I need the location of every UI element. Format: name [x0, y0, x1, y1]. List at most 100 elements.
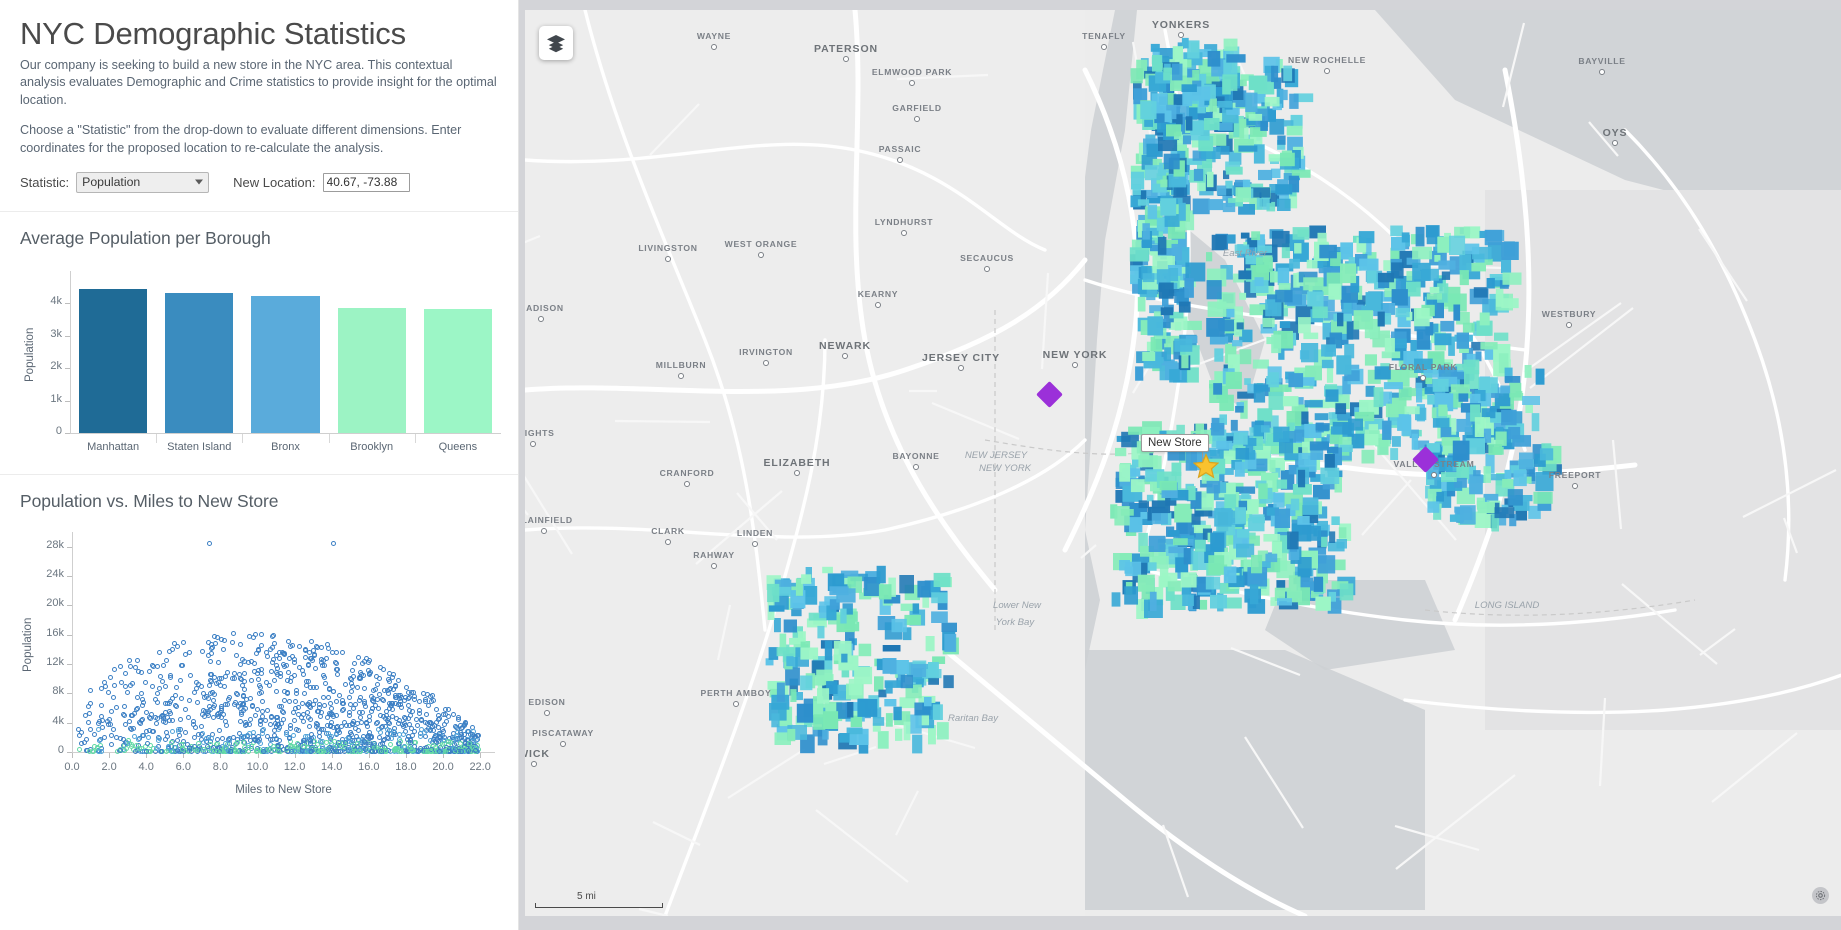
- map-place-label: FLORAL PARK: [1388, 362, 1458, 372]
- map-place-marker: [684, 481, 690, 487]
- statistic-select[interactable]: Population: [76, 171, 210, 193]
- scatter-point: [251, 660, 257, 666]
- scatter-x-tick-label: 8.0: [212, 760, 229, 773]
- scatter-point: [102, 679, 108, 685]
- new-store-star-icon[interactable]: [1193, 453, 1219, 479]
- scatter-chart-canvas[interactable]: 0 4k 8k 12k 16k 20k 24k 28k 0.0 2.0 4.0 6.0 8.0 10.0 1…: [0, 512, 518, 808]
- scatter-point: [361, 701, 367, 707]
- scatter-point: [431, 727, 437, 733]
- scatter-point: [191, 690, 197, 696]
- map-place-label: PLAINFIELD: [525, 515, 573, 525]
- scatter-point: [207, 707, 213, 713]
- bar-y-tick-label: 4k: [50, 295, 62, 308]
- scatter-point: [267, 647, 273, 653]
- scatter-point: [276, 748, 282, 754]
- scatter-point: [233, 741, 239, 747]
- scatter-point: [96, 738, 102, 744]
- scatter-point: [300, 671, 306, 677]
- map-place-marker: [530, 441, 536, 447]
- scatter-point: [224, 701, 230, 707]
- scatter-point: [265, 653, 271, 659]
- scatter-point: [178, 678, 184, 684]
- scatter-y-axis-label: Population: [22, 617, 34, 672]
- bar-category-label: Queens: [438, 440, 478, 453]
- map-panel[interactable]: YONKERS TENAFLY NEW ROCHELLE BAYVILLE WAYNE P…: [519, 0, 1841, 930]
- scatter-point: [321, 694, 327, 700]
- scatter-point: [179, 746, 185, 752]
- scatter-point: [96, 720, 102, 726]
- scatter-point: [272, 641, 278, 647]
- scatter-point: [88, 687, 94, 693]
- scatter-point: [173, 702, 179, 708]
- scatter-point: [350, 721, 356, 727]
- scatter-point: [328, 706, 334, 712]
- scatter-point: [207, 678, 213, 684]
- scatter-point: [393, 694, 399, 700]
- map-place-marker: [1566, 322, 1572, 328]
- scatter-point: [147, 716, 153, 722]
- scatter-point: [118, 663, 124, 669]
- bar[interactable]: [337, 307, 406, 433]
- map-canvas[interactable]: YONKERS TENAFLY NEW ROCHELLE BAYVILLE WAYNE P…: [525, 10, 1841, 916]
- scatter-point: [135, 694, 141, 700]
- bar[interactable]: [165, 292, 234, 433]
- map-place-label: ELMWOOD PARK: [871, 67, 953, 77]
- bar-category-label: Brooklyn: [350, 440, 394, 453]
- scatter-point: [385, 691, 391, 697]
- scatter-point: [237, 642, 243, 648]
- scatter-point: [165, 734, 171, 739]
- scatter-point: [369, 698, 375, 704]
- map-place-label: WICK: [525, 748, 550, 760]
- map-settings-button[interactable]: [1812, 887, 1829, 904]
- map-place-label: OYS: [1602, 127, 1628, 139]
- scatter-point: [271, 728, 277, 734]
- scatter-point: [425, 692, 430, 698]
- scatter-x-tick: [109, 752, 111, 758]
- scatter-point: [259, 642, 265, 648]
- scatter-point: [231, 676, 237, 682]
- map-place-label: ELIZABETH: [763, 457, 831, 469]
- scatter-point: [247, 716, 253, 722]
- bar[interactable]: [79, 288, 148, 433]
- map-place-label: JERSEY CITY: [922, 352, 1000, 364]
- scatter-point: [172, 640, 178, 646]
- scatter-point: [216, 728, 222, 734]
- scatter-point: [107, 674, 113, 680]
- scatter-point: [110, 726, 116, 732]
- map-place-label: NEW ROCHELLE: [1287, 55, 1367, 65]
- scatter-point: [377, 676, 383, 682]
- scatter-point: [295, 728, 301, 734]
- layers-control-button[interactable]: [539, 26, 573, 60]
- scatter-point: [128, 727, 134, 733]
- bar[interactable]: [423, 308, 492, 433]
- scatter-point: [204, 743, 210, 749]
- statistic-select-wrap[interactable]: Population: [76, 171, 210, 193]
- scatter-point: [347, 730, 353, 736]
- scatter-point: [360, 709, 366, 715]
- bar-chart-canvas[interactable]: 0 1k 2k 3k 4k Manhattan Staten Island Bronx Broo…: [0, 249, 518, 467]
- bar[interactable]: [251, 296, 320, 433]
- scatter-point: [407, 712, 413, 718]
- statistic-label: Statistic:: [20, 174, 70, 190]
- map-place-label: WESTBURY: [1541, 309, 1597, 319]
- scatter-point: [158, 748, 164, 754]
- map-place-marker: [1178, 32, 1184, 38]
- scatter-point: [271, 678, 277, 684]
- scatter-point: [384, 708, 390, 714]
- map-place-label: SECAUCUS: [960, 253, 1014, 263]
- new-location-input[interactable]: [322, 172, 410, 192]
- scatter-point: [207, 683, 213, 689]
- scatter-point: [310, 647, 316, 653]
- scatter-point: [321, 748, 327, 754]
- bar-category-divider: [156, 433, 158, 443]
- scatter-y-tick-label: 4k: [52, 714, 64, 727]
- scatter-point: [209, 735, 215, 741]
- scatter-point: [92, 732, 98, 738]
- scatter-point: [192, 724, 198, 730]
- map-place-marker: [1101, 44, 1107, 50]
- scatter-chart-block: Population vs. Miles to New Store 0 4k 8k 1…: [0, 475, 518, 805]
- scatter-point: [222, 684, 228, 690]
- map-place-marker: [897, 157, 903, 163]
- bar-y-tick-label: 0: [55, 424, 62, 437]
- scatter-point: [243, 721, 249, 727]
